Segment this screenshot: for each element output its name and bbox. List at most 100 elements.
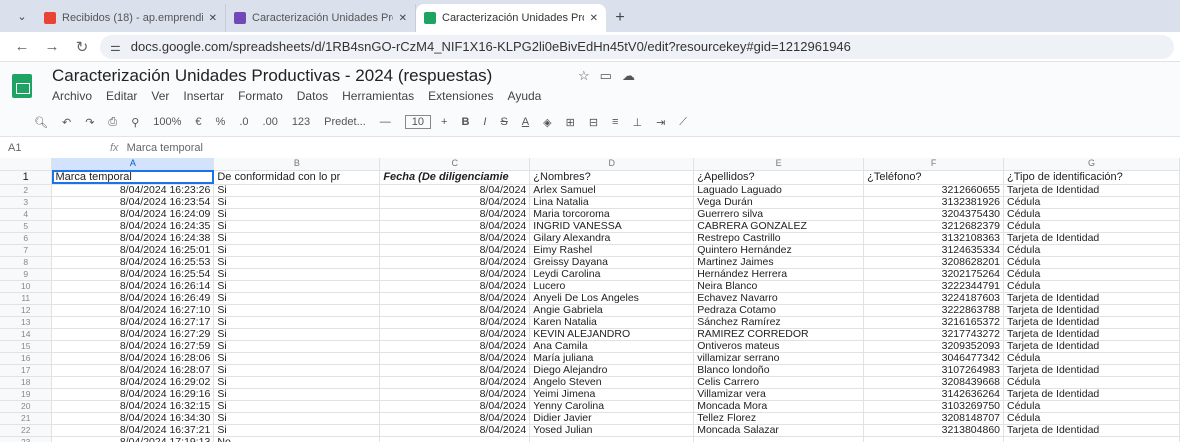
table-cell[interactable]: Angie Gabriela	[529, 304, 695, 317]
table-cell[interactable]: 8/04/2024 16:23:26	[51, 184, 215, 197]
table-cell[interactable]: 3224187603	[863, 292, 1005, 305]
italic-icon[interactable]: I	[483, 116, 486, 128]
table-cell[interactable]: INGRID VANESSA	[529, 220, 695, 233]
table-cell[interactable]: CABRERA GONZÁLEZ	[693, 220, 865, 233]
table-cell[interactable]: Si	[213, 376, 381, 389]
table-cell[interactable]: Si	[213, 412, 381, 425]
column-header-d[interactable]: D	[529, 158, 695, 171]
table-cell[interactable]	[863, 436, 1005, 442]
table-cell[interactable]: 8/04/2024 16:29:02	[51, 376, 215, 389]
table-cell[interactable]: 8/04/2024	[379, 364, 531, 377]
reload-icon[interactable]: ↻	[70, 38, 94, 56]
table-cell[interactable]: 8/04/2024	[379, 256, 531, 269]
table-cell[interactable]: Si	[213, 316, 381, 329]
table-cell[interactable]: 3216165372	[863, 316, 1005, 329]
table-cell[interactable]: Tarjeta de Identidad	[1003, 424, 1180, 437]
more-formats-button[interactable]: 123	[292, 116, 310, 128]
tab-gmail[interactable]: Recibidos (18) - ap.emprendim ✕	[36, 4, 226, 32]
table-cell[interactable]: 8/04/2024	[379, 220, 531, 233]
table-cell[interactable]: 8/04/2024	[379, 304, 531, 317]
url-input[interactable]: ⚌ docs.google.com/spreadsheets/d/1RB4snG…	[100, 34, 1174, 59]
zoom-select[interactable]: 100%	[153, 116, 181, 128]
menu-extensiones[interactable]: Extensiones	[428, 89, 493, 103]
table-cell[interactable]: Cédula	[1003, 208, 1180, 221]
table-cell[interactable]: 8/04/2024	[379, 328, 531, 341]
table-cell[interactable]: 8/04/2024 16:34:30	[51, 412, 215, 425]
text-wrap-icon[interactable]: ⇥	[656, 116, 665, 129]
table-cell[interactable]: 8/04/2024 16:37:21	[51, 424, 215, 437]
row-number[interactable]: 16	[0, 352, 53, 365]
table-cell[interactable]: KEVIN ALEJANDRO	[529, 328, 695, 341]
text-color-icon[interactable]: A	[522, 116, 529, 128]
paint-format-icon[interactable]: ⚲	[131, 116, 139, 129]
table-cell[interactable]: 8/04/2024 16:28:07	[51, 364, 215, 377]
table-cell[interactable]: Si	[213, 268, 381, 281]
table-cell[interactable]: 3212682379	[863, 220, 1005, 233]
table-cell[interactable]: Hernández Herrera	[693, 268, 865, 281]
row-number[interactable]: 19	[0, 388, 53, 401]
table-cell[interactable]: Tarjeta de Identidad	[1003, 184, 1180, 197]
table-cell[interactable]: 8/04/2024 16:23:54	[51, 196, 215, 209]
table-cell[interactable]: 3142636264	[863, 388, 1005, 401]
table-cell[interactable]: Tarjeta de Identidad	[1003, 232, 1180, 245]
row-number[interactable]: 20	[0, 400, 53, 413]
row-number[interactable]: 4	[0, 208, 53, 221]
sheets-logo-icon[interactable]	[12, 74, 32, 98]
row-number[interactable]: 11	[0, 292, 53, 305]
row-number[interactable]: 13	[0, 316, 53, 329]
table-cell[interactable]	[693, 436, 865, 442]
table-cell[interactable]: Cédula	[1003, 256, 1180, 269]
table-cell[interactable]: Tarjeta de Identidad	[1003, 316, 1180, 329]
table-cell[interactable]: 3222344791	[863, 280, 1005, 293]
table-cell[interactable]: Cédula	[1003, 400, 1180, 413]
table-cell[interactable]: 8/04/2024 16:29:16	[51, 388, 215, 401]
back-icon[interactable]: ←	[10, 38, 34, 55]
table-cell[interactable]: 3217743272	[863, 328, 1005, 341]
table-cell[interactable]: Si	[213, 184, 381, 197]
table-cell[interactable]: 8/04/2024 16:25:01	[51, 244, 215, 257]
currency-format-button[interactable]: €	[195, 116, 201, 128]
table-cell[interactable]: Lucero	[529, 280, 695, 293]
close-tab-icon[interactable]: ✕	[399, 13, 407, 24]
table-cell[interactable]: Si	[213, 328, 381, 341]
print-icon[interactable]: ⎙	[108, 116, 117, 129]
new-tab-button[interactable]: +	[606, 6, 634, 30]
table-cell[interactable]: Tarjeta de Identidad	[1003, 328, 1180, 341]
table-cell[interactable]: villamizar serrano	[693, 352, 865, 365]
table-cell[interactable]: 8/04/2024	[379, 412, 531, 425]
forward-icon[interactable]: →	[40, 38, 64, 55]
bold-icon[interactable]: B	[461, 116, 469, 128]
table-cell[interactable]: 8/04/2024 16:32:15	[51, 400, 215, 413]
table-cell[interactable]: Cédula	[1003, 196, 1180, 209]
vertical-align-icon[interactable]: ⊥	[632, 116, 642, 129]
text-rotation-icon[interactable]: ⟋	[679, 116, 687, 129]
menu-editar[interactable]: Editar	[106, 89, 137, 103]
table-cell[interactable]: 8/04/2024 16:27:59	[51, 340, 215, 353]
table-cell[interactable]: Si	[213, 424, 381, 437]
row-number[interactable]: 5	[0, 220, 53, 233]
cell-b1[interactable]: De conformidad con lo pr	[213, 170, 381, 185]
tab-forms[interactable]: Caracterización Unidades Prod ✕	[226, 4, 416, 32]
table-cell[interactable]: Maria torcoroma	[529, 208, 695, 221]
table-cell[interactable]: Pedraza Cotamo	[693, 304, 865, 317]
table-cell[interactable]: Didier Javier	[529, 412, 695, 425]
table-cell[interactable]: Karen Natalia	[529, 316, 695, 329]
font-select[interactable]: Predet...	[324, 116, 366, 128]
table-cell[interactable]: Si	[213, 340, 381, 353]
table-cell[interactable]: 8/04/2024	[379, 280, 531, 293]
site-settings-icon[interactable]: ⚌	[110, 40, 121, 54]
tab-search-chevron-icon[interactable]: ⌄	[8, 4, 36, 28]
table-cell[interactable]: 8/04/2024 16:26:49	[51, 292, 215, 305]
table-cell[interactable]: 3046477342	[863, 352, 1005, 365]
table-cell[interactable]: Cédula	[1003, 268, 1180, 281]
table-cell[interactable]: 3222863788	[863, 304, 1005, 317]
table-cell[interactable]: Si	[213, 256, 381, 269]
row-number[interactable]: 14	[0, 328, 53, 341]
font-size-input[interactable]: 10	[404, 115, 431, 129]
star-icon[interactable]: ☆	[578, 68, 600, 83]
table-cell[interactable]: Lina Natalia	[529, 196, 695, 209]
horizontal-align-icon[interactable]: ≡	[612, 116, 618, 128]
table-cell[interactable]: 3132108363	[863, 232, 1005, 245]
table-cell[interactable]: Yeimi Jimena	[529, 388, 695, 401]
table-cell[interactable]: Martinez Jaimes	[693, 256, 865, 269]
